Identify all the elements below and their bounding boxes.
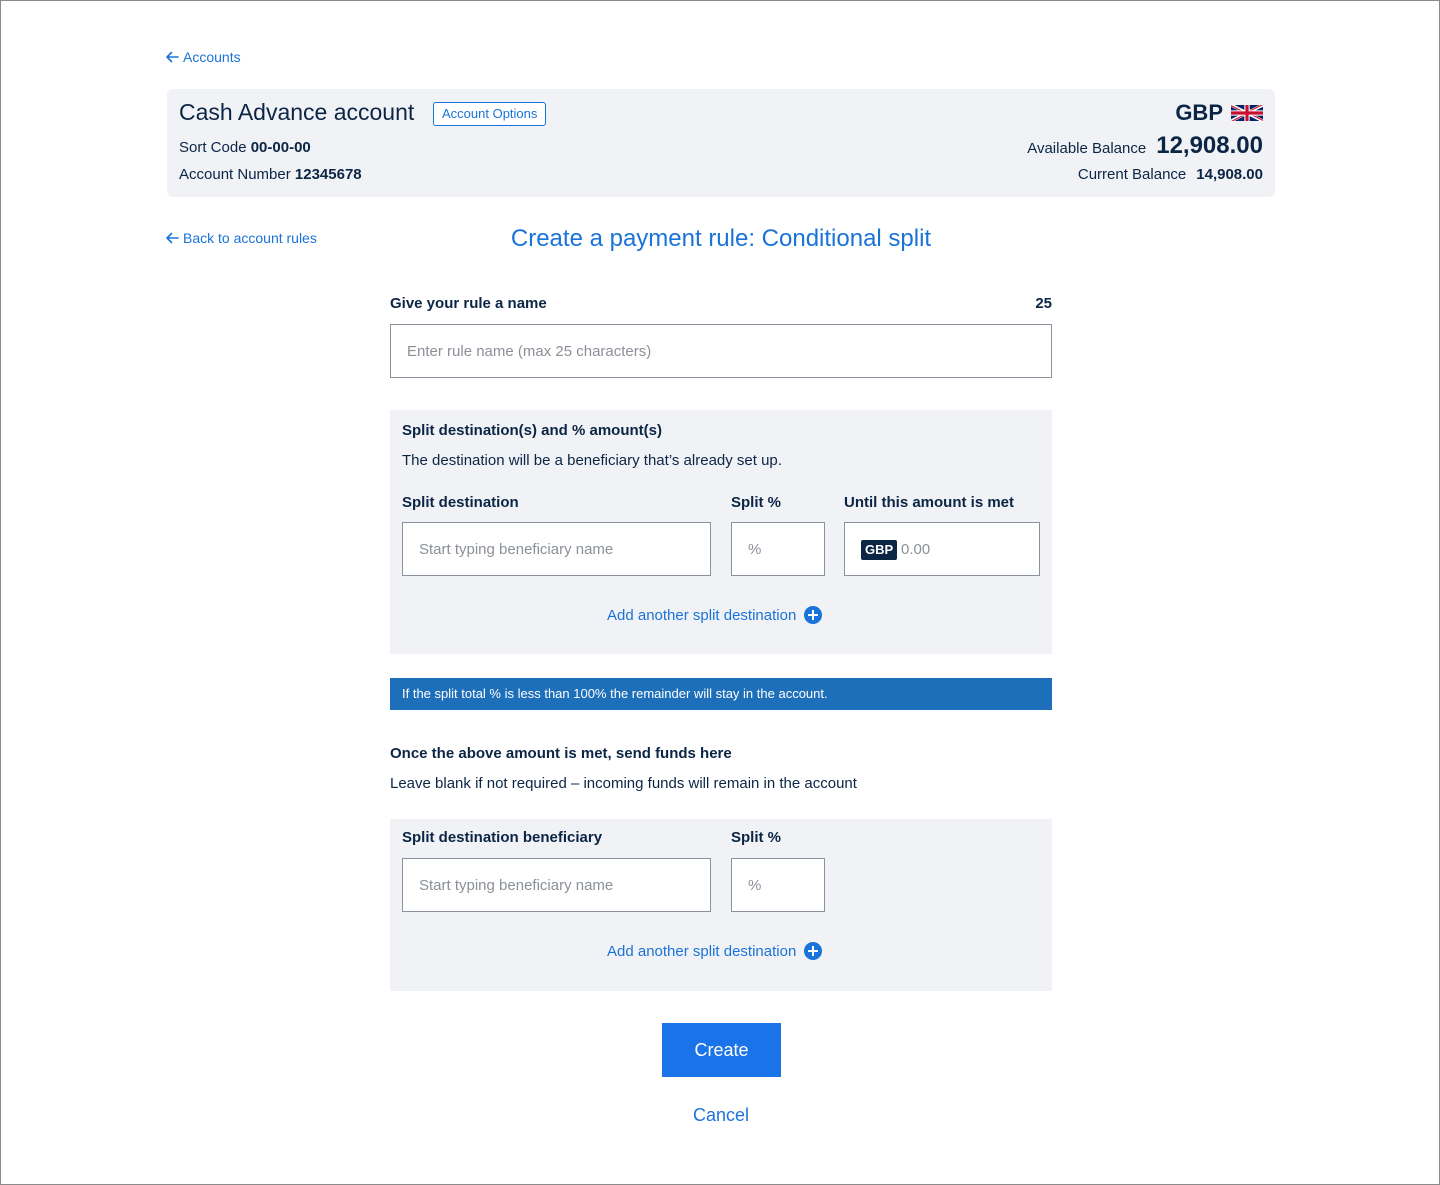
add-after-met-destination-label: Add another split destination [607, 942, 797, 960]
until-amount-field: GBP [844, 522, 1040, 576]
page-frame: Accounts Cash Advance account Account Op… [0, 0, 1440, 1185]
account-number-value: 12345678 [294, 166, 362, 183]
uk-flag-icon [1231, 104, 1263, 122]
cancel-link[interactable]: Cancel [1, 1105, 1440, 1126]
after-met-heading: Once the above amount is met, send funds… [390, 745, 732, 762]
split-percent-input[interactable] [731, 522, 825, 576]
accounts-link-label: Accounts [183, 49, 241, 65]
currency-indicator: GBP [1175, 100, 1263, 126]
accounts-back-link[interactable]: Accounts [165, 49, 241, 65]
until-amount-label: Until this amount is met [844, 494, 1015, 511]
split-panel-heading: Split destination(s) and % amount(s) [402, 422, 663, 439]
currency-code: GBP [1175, 100, 1223, 125]
currency-badge: GBP [861, 540, 898, 560]
current-balance-label: Current Balance [1077, 166, 1187, 183]
split-destinations-panel: Split destination(s) and % amount(s) The… [390, 410, 1052, 654]
after-met-percent-input[interactable] [731, 858, 825, 912]
split-destination-input[interactable] [402, 522, 711, 576]
account-number-label: Account Number [179, 166, 291, 183]
split-percent-label: Split % [731, 494, 782, 511]
beneficiary-input[interactable] [402, 858, 711, 912]
sort-code-row: Sort Code 00-00-00 [179, 139, 311, 156]
rule-name-char-count: 25 [1035, 295, 1052, 312]
rule-name-label: Give your rule a name [390, 295, 547, 312]
available-balance-row: Available Balance 12,908.00 [1027, 132, 1263, 160]
plus-circle-icon [804, 606, 823, 624]
current-balance-row: Current Balance 14,908.00 [1078, 166, 1263, 183]
split-panel-description: The destination will be a beneficiary th… [402, 452, 782, 469]
until-amount-input[interactable] [901, 523, 1031, 575]
create-button[interactable]: Create [662, 1023, 781, 1077]
add-split-destination-link[interactable]: Add another split destination [607, 606, 823, 624]
account-name: Cash Advance account [179, 99, 415, 125]
rule-name-input[interactable] [390, 324, 1052, 378]
after-met-panel: Split destination beneficiary Split % Ad… [390, 819, 1052, 991]
plus-circle-icon [804, 942, 823, 960]
account-options-button[interactable]: Account Options [433, 102, 547, 126]
available-balance-label: Available Balance [1027, 140, 1147, 157]
split-destination-label: Split destination [402, 494, 519, 511]
add-split-destination-label: Add another split destination [607, 606, 797, 624]
remainder-info-bar: If the split total % is less than 100% t… [390, 678, 1052, 710]
account-summary-card: Cash Advance account Account Options Sor… [167, 89, 1275, 197]
sort-code-label: Sort Code [179, 139, 247, 156]
add-after-met-destination-link[interactable]: Add another split destination [607, 942, 823, 960]
arrow-left-icon [166, 51, 179, 63]
sort-code-value: 00-00-00 [250, 139, 311, 156]
page-title: Create a payment rule: Conditional split [510, 225, 932, 252]
beneficiary-label: Split destination beneficiary [402, 829, 603, 846]
account-number-row: Account Number 12345678 [179, 166, 362, 183]
after-met-description: Leave blank if not required – incoming f… [390, 775, 857, 792]
available-balance-value: 12,908.00 [1156, 132, 1263, 159]
current-balance-value: 14,908.00 [1196, 166, 1263, 183]
after-met-percent-label: Split % [731, 829, 782, 846]
